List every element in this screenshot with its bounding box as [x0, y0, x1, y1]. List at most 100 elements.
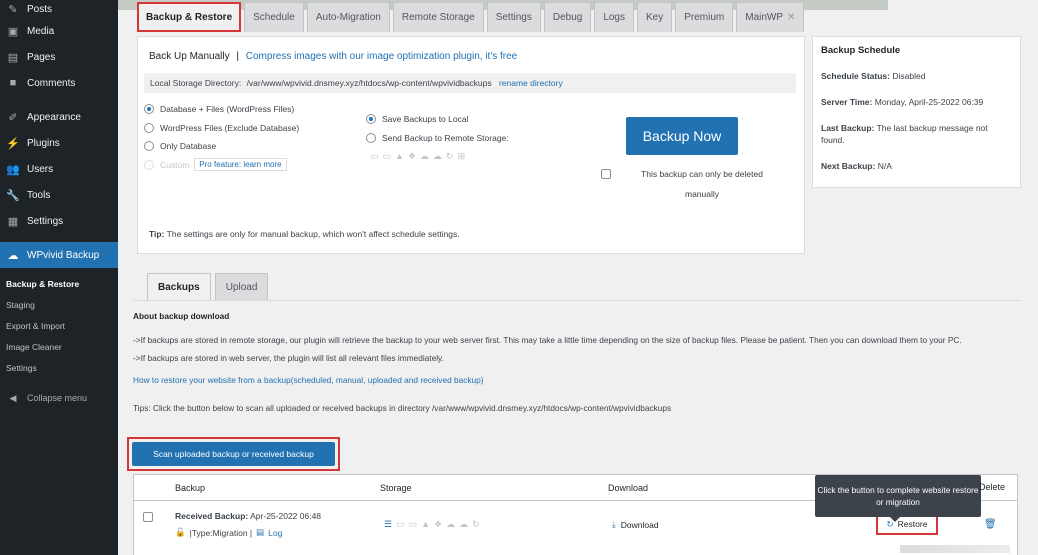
dropbox-icon: ❖ [407, 151, 417, 161]
tab-backups[interactable]: Backups [147, 273, 211, 300]
sidebar-item-posts[interactable]: ✎ Posts [0, 0, 118, 18]
submenu-backup-restore[interactable]: Backup & Restore [0, 274, 118, 295]
sidebar-item-comments[interactable]: ■ Comments [0, 70, 118, 96]
manual-header: Back Up Manually | Compress images with … [149, 51, 517, 62]
wrench-icon: 🔧 [6, 189, 20, 202]
log-link[interactable]: Log [268, 528, 282, 538]
option-label: Custom [160, 159, 190, 170]
local-storage-icon: ☰ [384, 519, 393, 529]
pin-icon: ✎ [8, 3, 18, 16]
scan-backup-button[interactable]: Scan uploaded backup or received backup [132, 442, 335, 466]
tab-upload[interactable]: Upload [214, 273, 269, 300]
tab-debug[interactable]: Debug [543, 2, 592, 32]
schedule-title: Backup Schedule [821, 45, 901, 56]
comments-icon: ■ [9, 77, 17, 89]
radio[interactable] [144, 122, 154, 133]
download-link[interactable]: ⤓ Download [612, 519, 659, 530]
restore-howto-link[interactable]: How to restore your website from a backu… [133, 375, 484, 385]
sidebar-item-appearance[interactable]: ✐ Appearance [0, 104, 118, 130]
manual-tip: Tip: The settings are only for manual ba… [149, 229, 460, 239]
submenu-image-cleaner[interactable]: Image Cleaner [0, 337, 118, 358]
tab-divider [133, 300, 1021, 301]
backup-destination-options: Save Backups to Local Send Backup to Rem… [366, 110, 509, 147]
trash-icon[interactable]: 🗑 [984, 519, 997, 530]
dropbox-icon: ❖ [434, 519, 443, 529]
last-backup: Last Backup: The last backup message not… [821, 122, 1012, 146]
option-db-only[interactable]: Only Database [144, 137, 299, 156]
sidebar-item-label: Media [27, 25, 55, 37]
ftp-icon: ▭ [370, 151, 379, 161]
col-delete: Delete [979, 482, 1006, 492]
about-heading: About backup download [133, 311, 230, 321]
next-backup: Next Backup: N/A [821, 160, 1012, 172]
option-label: Send Backup to Remote Storage: [382, 132, 509, 143]
label: Next Backup: [821, 161, 876, 171]
tab-mainwp[interactable]: MainWP ✕ [736, 2, 805, 32]
close-icon[interactable]: ✕ [787, 12, 795, 23]
submenu-staging[interactable]: Staging [0, 295, 118, 316]
submenu-settings[interactable]: Settings [0, 358, 118, 379]
amazon-s3-icon: ☁ [420, 151, 430, 161]
scan-tip: Tips: Click the button below to scan all… [133, 403, 672, 413]
sidebar-item-settings[interactable]: ▦ Settings [0, 208, 118, 234]
pro-feature-link[interactable]: Pro feature: learn more [194, 158, 287, 172]
sidebar-item-media[interactable]: ▣ Media [0, 18, 118, 44]
submenu-export-import[interactable]: Export & Import [0, 316, 118, 337]
tab-settings[interactable]: Settings [486, 2, 541, 32]
option-label: WordPress Files (Exclude Database) [160, 122, 300, 133]
google-drive-icon: ▲ [421, 519, 431, 529]
download-label: Download [620, 519, 659, 530]
sidebar-item-tools[interactable]: 🔧 Tools [0, 182, 118, 208]
option-label: Database + Files (WordPress Files) [160, 104, 295, 115]
sidebar-item-plugins[interactable]: ⚡ Plugins [0, 130, 118, 156]
schedule-status: Schedule Status: Disabled [821, 70, 1012, 82]
sidebar-item-label: Pages [27, 51, 56, 63]
tab-premium[interactable]: Premium [675, 2, 734, 32]
radio-selected[interactable] [144, 104, 154, 115]
option-db-files[interactable]: Database + Files (WordPress Files) [144, 100, 299, 119]
radio-disabled [144, 159, 154, 170]
brush-icon: ✐ [8, 111, 18, 124]
option-files-only[interactable]: WordPress Files (Exclude Database) [144, 119, 299, 138]
sidebar-item-label: Posts [27, 3, 53, 15]
checkbox[interactable] [601, 169, 611, 179]
tab-label: MainWP [745, 12, 784, 23]
value: Apr-25-2022 06:48 [250, 511, 322, 521]
sidebar-item-pages[interactable]: ▤ Pages [0, 44, 118, 70]
radio[interactable] [144, 141, 154, 152]
sidebar-item-users[interactable]: 👥 Users [0, 156, 118, 182]
collapse-menu-button[interactable]: ◀ Collapse menu [0, 385, 118, 411]
option-send-remote[interactable]: Send Backup to Remote Storage: [366, 129, 509, 148]
radio[interactable] [366, 132, 376, 143]
option-label: Only Database [160, 141, 217, 152]
onedrive-icon: ☁ [459, 519, 469, 529]
ftp-icon: ▭ [396, 519, 405, 529]
local-storage-directory: Local Storage Directory: /var/www/wpvivi… [144, 73, 796, 93]
lock-icon[interactable]: 🔓 [175, 527, 186, 538]
tab-logs[interactable]: Logs [594, 2, 634, 32]
add-storage-icon[interactable]: ⊞ [458, 151, 466, 162]
cut-off-text [900, 545, 1010, 553]
only-delete-manually-option[interactable]: This backup can only be deleted manually [601, 164, 781, 204]
backup-meta: 🔓 |Type:Migration | ▤ Log [175, 527, 282, 538]
tab-key[interactable]: Key [637, 2, 673, 32]
row-checkbox[interactable] [143, 512, 153, 522]
dir-path: /var/www/wpvivid.dnsmey.xyz/htdocs/wp-co… [246, 78, 492, 88]
server-time: Server Time: Monday, April-25-2022 06:39 [821, 96, 1012, 108]
backup-now-button[interactable]: Backup Now [626, 117, 738, 155]
collapse-label: Collapse menu [27, 393, 88, 403]
collapse-icon: ◀ [9, 392, 17, 403]
sidebar-item-wpvivid-backup[interactable]: ☁ WPvivid Backup [0, 242, 118, 268]
tab-backup-restore[interactable]: Backup & Restore [137, 2, 242, 32]
option-save-local[interactable]: Save Backups to Local [366, 110, 509, 129]
scan-button-highlight: Scan uploaded backup or received backup [127, 437, 340, 471]
rename-directory-link[interactable]: rename directory [499, 78, 563, 88]
radio-selected[interactable] [366, 114, 376, 125]
compress-images-link[interactable]: Compress images with our image optimizat… [246, 51, 517, 62]
tab-auto-migration[interactable]: Auto-Migration [306, 2, 390, 32]
about-local-note: ->If backups are stored in web server, t… [133, 353, 444, 363]
backup-title: Received Backup: Apr-25-2022 06:48 [175, 511, 321, 521]
tab-remote-storage[interactable]: Remote Storage [392, 2, 484, 32]
sidebar-item-label: Plugins [27, 137, 60, 149]
tab-schedule[interactable]: Schedule [244, 2, 304, 32]
